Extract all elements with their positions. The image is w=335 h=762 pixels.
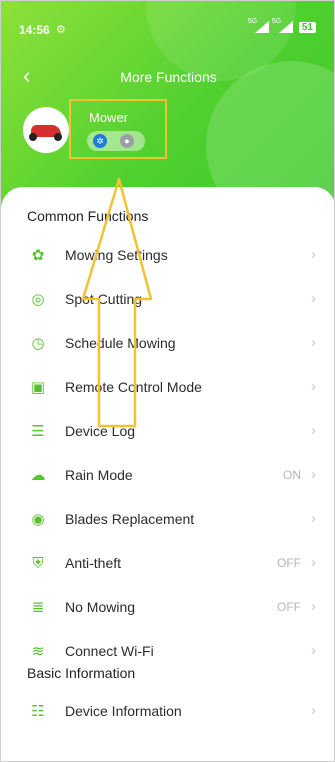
status-signals: 5G 5G 51 — [247, 18, 316, 33]
menu-item-schedule-mowing[interactable]: ◷ Schedule Mowing › — [1, 322, 334, 366]
menu-item-label: Device Information — [65, 703, 182, 719]
menu-item-label: Mowing Settings — [65, 247, 168, 263]
chevron-right-icon: › — [311, 290, 316, 307]
signal-icon: 5G — [271, 18, 293, 33]
signal-label: 5G — [247, 18, 258, 25]
chevron-right-icon: › — [311, 422, 316, 439]
menu-item-label: Remote Control Mode — [65, 379, 202, 395]
menu-item-rain-mode[interactable]: ☁ Rain Mode ON › — [1, 454, 334, 498]
menu-item-device-log[interactable]: ☰ Device Log › — [1, 410, 334, 454]
menu-item-mowing-settings[interactable]: ✿ Mowing Settings › — [1, 234, 334, 278]
menu-item-status: OFF — [277, 556, 301, 570]
menu-item-label: Device Log — [65, 423, 136, 439]
nav-bar: ‹ More Functions — [1, 63, 334, 89]
chevron-right-icon: › — [311, 554, 316, 571]
menu-item-no-mowing[interactable]: ≣ No Mowing OFF › — [1, 586, 334, 630]
wifi-icon: ≋ — [31, 643, 45, 660]
clock-icon: ◷ — [31, 335, 45, 352]
device-avatar — [23, 107, 69, 153]
signal-label: 5G — [271, 18, 282, 25]
chevron-right-icon: › — [311, 702, 316, 719]
rain-cloud-icon: ☁ — [30, 467, 46, 484]
info-card-icon: ☷ — [31, 703, 45, 720]
mower-icon — [29, 125, 62, 141]
signal-icon: 5G — [247, 18, 269, 33]
gear-icon: ⚙ — [56, 24, 66, 36]
menu-item-device-information[interactable]: ☷ Device Information › — [1, 690, 334, 734]
menu-item-status: ON — [283, 468, 301, 482]
app-screen: 14:56 ⚙ 5G 5G 51 ‹ More Functions Mower … — [0, 0, 335, 762]
chevron-right-icon: › — [311, 642, 316, 659]
menu-item-label: Blades Replacement — [65, 511, 195, 527]
chevron-right-icon: › — [311, 510, 316, 527]
no-mowing-icon: ≣ — [31, 599, 45, 616]
menu-item-label: Connect Wi-Fi — [65, 643, 154, 659]
target-icon: ◎ — [31, 291, 45, 308]
menu-item-blades-replacement[interactable]: ◉ Blades Replacement › — [1, 498, 334, 542]
menu-item-label: Schedule Mowing — [65, 335, 176, 351]
chevron-right-icon: › — [311, 378, 316, 395]
menu-item-anti-theft[interactable]: ⛨ Anti-theft OFF › — [1, 542, 334, 586]
battery-icon: 51 — [298, 21, 316, 33]
section-title-common: Common Functions — [27, 208, 149, 224]
flower-gear-icon: ✿ — [31, 247, 45, 264]
menu-item-status: OFF — [277, 600, 301, 614]
menu-item-label: Anti-theft — [65, 555, 122, 571]
menu-item-label: Rain Mode — [65, 467, 133, 483]
blade-icon: ◉ — [31, 511, 45, 528]
document-icon: ☰ — [31, 423, 45, 440]
menu-item-label: No Mowing — [65, 599, 136, 615]
menu-item-spot-cutting[interactable]: ◎ Spot Cutting › — [1, 278, 334, 322]
chevron-right-icon: › — [311, 246, 316, 263]
page-title: More Functions — [120, 69, 217, 85]
status-time: 14:56 — [19, 23, 50, 37]
section-title-basic: Basic Information — [27, 665, 136, 681]
shield-icon: ⛨ — [32, 555, 44, 572]
menu-item-remote-control-mode[interactable]: ▣ Remote Control Mode › — [1, 366, 334, 410]
menu-item-label: Spot Cutting — [65, 291, 143, 307]
annotation-highlight-box — [69, 99, 167, 159]
status-bar: 14:56 ⚙ 5G 5G 51 — [1, 1, 334, 37]
chevron-right-icon: › — [311, 466, 316, 483]
chevron-right-icon: › — [311, 598, 316, 615]
remote-icon: ▣ — [30, 379, 46, 396]
chevron-right-icon: › — [311, 334, 316, 351]
